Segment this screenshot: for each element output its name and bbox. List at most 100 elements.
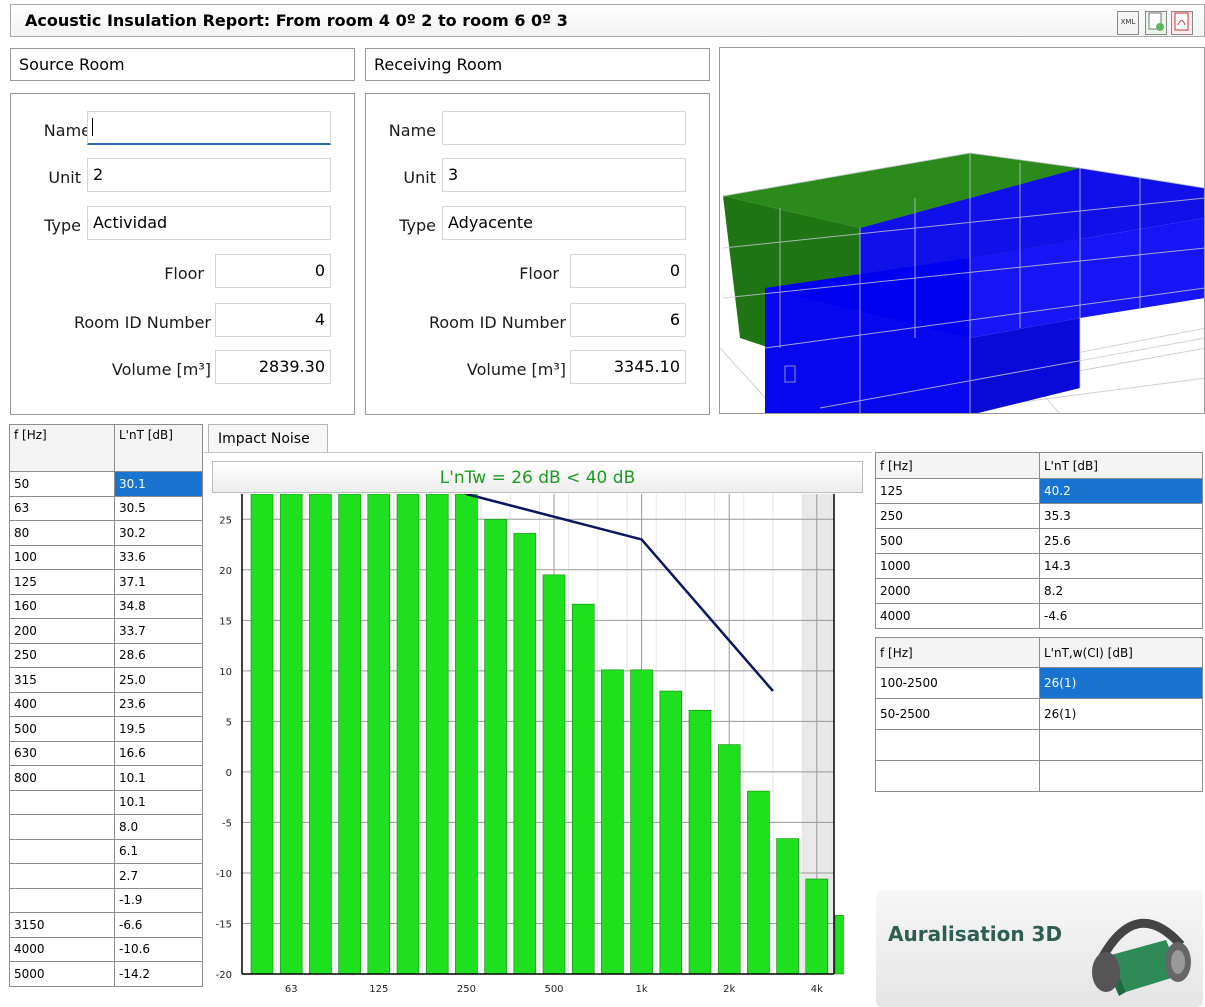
frequency-cell[interactable]: 160 [9, 593, 115, 619]
frequency-range-cell[interactable] [875, 729, 1040, 761]
octave-header-frequency[interactable]: f [Hz] [875, 452, 1040, 479]
lnt-cell[interactable]: 25.0 [114, 667, 203, 693]
lnt-cell[interactable]: 33.7 [114, 618, 203, 644]
table-row[interactable]: 2.7 [9, 863, 203, 889]
lnt-cell[interactable]: 30.2 [114, 520, 203, 546]
receiving-unit-field[interactable]: 3 [442, 158, 686, 192]
table-row[interactable]: 6.1 [9, 838, 203, 864]
source-type-field[interactable]: Actividad [87, 206, 331, 240]
table-row[interactable]: 3150 -6.6 [9, 912, 203, 938]
frequency-cell[interactable]: 50 [9, 471, 115, 497]
source-roomid-field[interactable]: 4 [215, 303, 331, 337]
column-header-lnt[interactable]: L'nT [dB] [114, 424, 203, 472]
frequency-cell[interactable]: 500 [875, 528, 1040, 554]
frequency-cell[interactable]: 80 [9, 520, 115, 546]
lnt-cell[interactable]: 40.2 [1039, 478, 1203, 504]
frequency-cell[interactable]: 100 [9, 544, 115, 570]
table-row[interactable]: 125 37.1 [9, 569, 203, 595]
weighted-header-frequency[interactable]: f [Hz] [875, 637, 1040, 668]
table-row[interactable]: 1000 14.3 [875, 553, 1203, 579]
weighted-header-lnt[interactable]: L'nT,w(CI) [dB] [1039, 637, 1203, 668]
receiving-roomid-field[interactable]: 6 [570, 303, 686, 337]
lnt-cell[interactable]: -6.6 [114, 912, 203, 938]
table-row[interactable]: 4000 -10.6 [9, 936, 203, 962]
frequency-range-cell[interactable] [875, 760, 1040, 792]
column-header-frequency[interactable]: f [Hz] [9, 424, 115, 472]
lnt-cell[interactable]: -1.9 [114, 887, 203, 913]
frequency-cell[interactable]: 250 [9, 642, 115, 668]
frequency-cell[interactable]: 63 [9, 495, 115, 521]
table-row[interactable]: -1.9 [9, 887, 203, 913]
lnt-cell[interactable]: 10.1 [114, 765, 203, 791]
frequency-cell[interactable]: 3150 [9, 912, 115, 938]
table-row[interactable]: 63 30.5 [9, 495, 203, 521]
table-row[interactable]: 80 30.2 [9, 520, 203, 546]
weighted-value-cell[interactable] [1039, 729, 1203, 761]
lnt-cell[interactable]: 6.1 [114, 838, 203, 864]
lnt-cell[interactable]: 30.5 [114, 495, 203, 521]
auralisation-3d-button[interactable]: Auralisation 3D [876, 890, 1203, 1007]
receiving-floor-field[interactable]: 0 [570, 254, 686, 288]
source-floor-field[interactable]: 0 [215, 254, 331, 288]
lnt-cell[interactable]: -14.2 [114, 961, 203, 987]
lnt-cell[interactable]: 23.6 [114, 691, 203, 717]
lnt-cell[interactable]: 37.1 [114, 569, 203, 595]
lnt-cell[interactable]: 8.2 [1039, 578, 1203, 604]
lnt-cell[interactable]: -4.6 [1039, 603, 1203, 629]
frequency-cell[interactable] [9, 887, 115, 913]
lnt-cell[interactable]: 16.6 [114, 740, 203, 766]
frequency-cell[interactable]: 1000 [875, 553, 1040, 579]
lnt-cell[interactable]: 14.3 [1039, 553, 1203, 579]
table-row[interactable]: 5000 -14.2 [9, 961, 203, 987]
frequency-cell[interactable]: 630 [9, 740, 115, 766]
frequency-cell[interactable]: 125 [875, 478, 1040, 504]
receiving-volume-field[interactable]: 3345.10 [570, 350, 686, 384]
lnt-cell[interactable]: 8.0 [114, 814, 203, 840]
table-row[interactable] [875, 760, 1203, 792]
lnt-cell[interactable]: 34.8 [114, 593, 203, 619]
frequency-cell[interactable]: 800 [9, 765, 115, 791]
table-row[interactable]: 200 33.7 [9, 618, 203, 644]
frequency-cell[interactable]: 125 [9, 569, 115, 595]
lnt-cell[interactable]: 19.5 [114, 716, 203, 742]
table-row[interactable]: 125 40.2 [875, 478, 1203, 504]
table-row[interactable] [875, 729, 1203, 761]
receiving-type-field[interactable]: Adyacente [442, 206, 686, 240]
table-row[interactable]: 800 10.1 [9, 765, 203, 791]
table-row[interactable]: 4000 -4.6 [875, 603, 1203, 629]
frequency-cell[interactable]: 315 [9, 667, 115, 693]
table-row[interactable]: 400 23.6 [9, 691, 203, 717]
weighted-value-cell[interactable] [1039, 760, 1203, 792]
lnt-cell[interactable]: 25.6 [1039, 528, 1203, 554]
table-row[interactable]: 50 30.1 [9, 471, 203, 497]
octave-header-lnt[interactable]: L'nT [dB] [1039, 452, 1203, 479]
frequency-cell[interactable]: 200 [9, 618, 115, 644]
lnt-cell[interactable]: -10.6 [114, 936, 203, 962]
lnt-cell[interactable]: 30.1 [114, 471, 203, 497]
table-row[interactable]: 630 16.6 [9, 740, 203, 766]
frequency-cell[interactable] [9, 814, 115, 840]
tab-impact-noise[interactable]: Impact Noise [208, 424, 328, 454]
table-row[interactable]: 8.0 [9, 814, 203, 840]
frequency-cell[interactable]: 4000 [9, 936, 115, 962]
frequency-cell[interactable] [9, 838, 115, 864]
source-volume-field[interactable]: 2839.30 [215, 350, 331, 384]
source-name-field[interactable] [87, 111, 331, 145]
table-row[interactable]: 100-2500 26(1) [875, 667, 1203, 699]
table-row[interactable]: 100 33.6 [9, 544, 203, 570]
frequency-range-cell[interactable]: 100-2500 [875, 667, 1040, 699]
building-3d-view[interactable] [719, 47, 1205, 414]
frequency-cell[interactable]: 5000 [9, 961, 115, 987]
receiving-name-field[interactable] [442, 111, 686, 145]
frequency-cell[interactable]: 500 [9, 716, 115, 742]
frequency-range-cell[interactable]: 50-2500 [875, 698, 1040, 730]
frequency-cell[interactable] [9, 863, 115, 889]
table-row[interactable]: 2000 8.2 [875, 578, 1203, 604]
frequency-cell[interactable] [9, 789, 115, 815]
table-row[interactable]: 250 28.6 [9, 642, 203, 668]
export-icon[interactable] [1145, 11, 1167, 35]
source-unit-field[interactable]: 2 [87, 158, 331, 192]
frequency-cell[interactable]: 400 [9, 691, 115, 717]
frequency-cell[interactable]: 2000 [875, 578, 1040, 604]
lnt-cell[interactable]: 10.1 [114, 789, 203, 815]
